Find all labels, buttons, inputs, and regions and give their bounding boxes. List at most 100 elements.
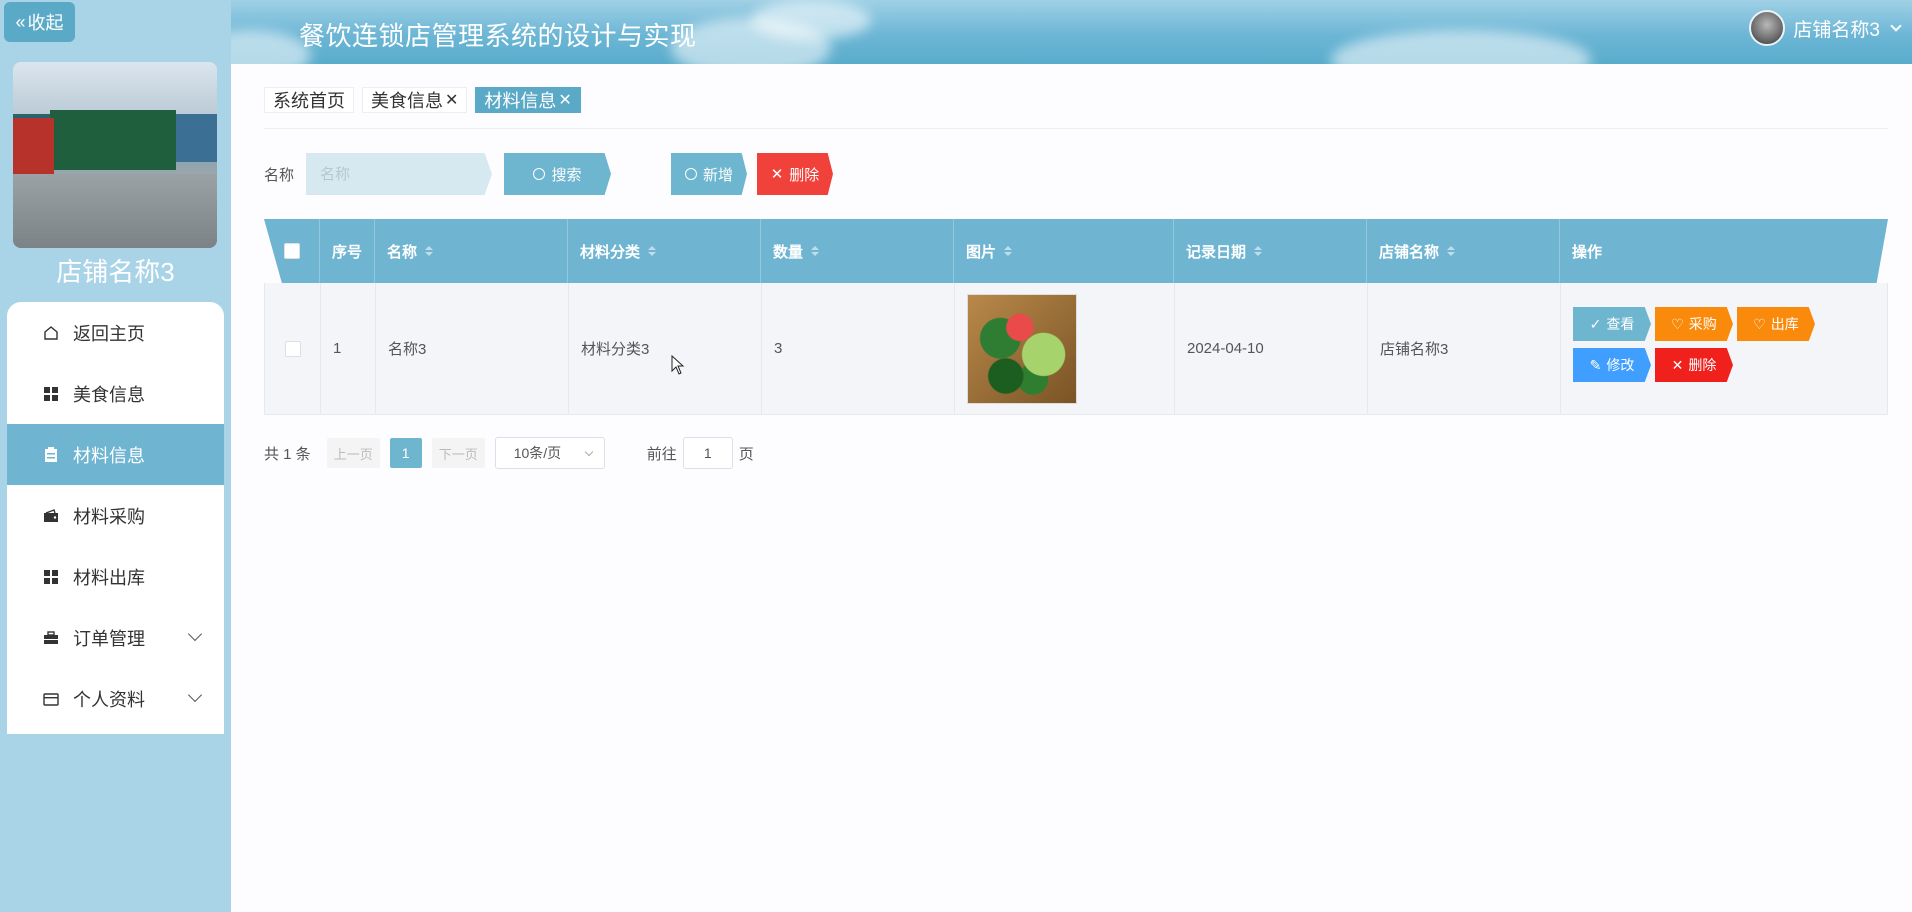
sidebar-item-profile[interactable]: 个人资料	[7, 668, 224, 729]
home-icon	[43, 325, 59, 341]
materials-table: 序号 名称 材料分类 数量 图片 记录日期 店铺名称 操作 1 名称3 材料分类…	[264, 219, 1888, 415]
sidebar-item-label: 订单管理	[73, 628, 145, 649]
briefcase-icon	[43, 630, 59, 646]
grid-icon	[43, 569, 59, 585]
sort-icon[interactable]	[648, 246, 657, 256]
tab-materials[interactable]: 材料信息 ✕	[475, 87, 581, 113]
batch-delete-button[interactable]: ✕ 删除	[757, 153, 833, 195]
check-circle-icon	[533, 168, 546, 180]
search-button-label: 搜索	[551, 166, 582, 184]
table-header: 序号 名称 材料分类 数量 图片 记录日期 店铺名称 操作	[264, 219, 1888, 283]
search-input[interactable]	[306, 153, 492, 195]
column-header-name[interactable]: 名称	[375, 219, 568, 283]
cursor-icon	[671, 355, 685, 375]
heart-icon: ♡	[1671, 315, 1684, 332]
cell-actions: ✓ 查看 ♡ 采购 ♡ 出库 ✎ 修改 ✕ 删除	[1561, 283, 1889, 414]
tab-bar: 系统首页 美食信息 ✕ 材料信息 ✕	[264, 87, 581, 113]
sort-icon[interactable]	[1004, 246, 1013, 256]
heart-icon: ♡	[1753, 315, 1766, 332]
sidebar-item-orders[interactable]: 订单管理	[7, 607, 224, 668]
page-number[interactable]: 1	[389, 438, 422, 468]
tab-label: 系统首页	[273, 91, 345, 111]
prev-page-button[interactable]: 上一页	[326, 438, 380, 468]
side-menu: 返回主页 美食信息 材料信息 材料采购 材料出库 订单管理 个人资料	[7, 302, 224, 734]
purchase-button[interactable]: ♡ 采购	[1655, 307, 1733, 341]
sidebar-item-home[interactable]: 返回主页	[7, 302, 224, 363]
tab-label: 材料信息	[484, 91, 557, 111]
avatar	[1749, 10, 1786, 46]
sort-icon[interactable]	[811, 246, 820, 256]
outbound-button[interactable]: ♡ 出库	[1737, 307, 1815, 341]
cell-index: 1	[321, 283, 376, 414]
shop-photo	[13, 62, 217, 248]
select-all-checkbox[interactable]	[283, 243, 300, 259]
sidebar-item-food[interactable]: 美食信息	[7, 363, 224, 424]
sidebar: « 收起 店铺名称3 返回主页 美食信息 材料信息 材料采购 材料出库 订单管理…	[0, 0, 231, 912]
check-circle-icon	[684, 168, 697, 180]
cell-shop: 店铺名称3	[1368, 283, 1561, 414]
row-checkbox[interactable]	[284, 340, 301, 357]
close-icon[interactable]: ✕	[445, 90, 458, 110]
goto-prefix: 前往	[646, 445, 677, 463]
user-menu[interactable]: 店铺名称3	[1749, 10, 1912, 46]
sidebar-item-label: 材料出库	[73, 567, 145, 588]
chevron-down-icon	[1890, 20, 1902, 32]
cell-quantity: 3	[762, 283, 955, 414]
tab-home[interactable]: 系统首页	[264, 87, 354, 113]
select-all-cell	[264, 219, 320, 283]
column-header-image[interactable]: 图片	[954, 219, 1174, 283]
sidebar-item-label: 个人资料	[73, 689, 145, 710]
check-icon: ✓	[1589, 315, 1602, 332]
edit-icon: ✎	[1589, 356, 1602, 373]
cell-date: 2024-04-10	[1175, 283, 1368, 414]
sidebar-item-label: 美食信息	[73, 384, 145, 405]
delete-button[interactable]: ✕ 删除	[1655, 348, 1733, 382]
add-button[interactable]: 新增	[671, 153, 747, 195]
add-button-label: 新增	[702, 166, 733, 184]
column-header-date[interactable]: 记录日期	[1174, 219, 1367, 283]
column-header-shop[interactable]: 店铺名称	[1367, 219, 1560, 283]
chevron-down-icon	[187, 687, 203, 703]
sort-icon[interactable]	[425, 246, 434, 256]
sidebar-item-purchase[interactable]: 材料采购	[7, 485, 224, 546]
close-icon: ✕	[1671, 356, 1684, 373]
row-select-cell	[265, 283, 321, 414]
cell-category: 材料分类3	[569, 283, 762, 414]
collapse-button[interactable]: « 收起	[4, 2, 75, 42]
sidebar-item-label: 材料信息	[73, 445, 145, 466]
collapse-label: 收起	[27, 13, 64, 33]
top-header: 餐饮连锁店管理系统的设计与实现 店铺名称3	[231, 0, 1912, 64]
search-label: 名称	[264, 167, 295, 184]
goto-page-input[interactable]	[682, 437, 733, 469]
total-count: 共 1 条	[264, 445, 311, 463]
cell-image	[955, 283, 1175, 414]
search-button[interactable]: 搜索	[504, 153, 611, 195]
double-chevron-left-icon: «	[15, 11, 26, 32]
app-title: 餐饮连锁店管理系统的设计与实现	[299, 21, 697, 51]
tab-label: 美食信息	[371, 91, 443, 111]
sort-icon[interactable]	[1447, 246, 1456, 256]
sidebar-item-outbound[interactable]: 材料出库	[7, 546, 224, 607]
page-size-select[interactable]: 10条/页	[494, 437, 605, 469]
delete-button-label: 删除	[789, 166, 820, 184]
vegetables-image[interactable]	[967, 293, 1077, 404]
next-page-button[interactable]: 下一页	[431, 438, 485, 468]
column-header-category[interactable]: 材料分类	[568, 219, 761, 283]
tab-food[interactable]: 美食信息 ✕	[362, 87, 468, 113]
pagination: 共 1 条 上一页 1 下一页 10条/页 前往 页	[264, 437, 754, 469]
column-header-quantity[interactable]: 数量	[761, 219, 954, 283]
user-name: 店铺名称3	[1793, 19, 1880, 41]
goto-suffix: 页	[738, 445, 754, 463]
cell-name: 名称3	[376, 283, 569, 414]
card-icon	[43, 691, 59, 707]
chevron-down-icon	[584, 447, 593, 457]
view-button[interactable]: ✓ 查看	[1573, 307, 1651, 341]
sidebar-item-materials[interactable]: 材料信息	[7, 424, 224, 485]
sort-icon[interactable]	[1254, 246, 1263, 256]
close-icon: ✕	[770, 166, 784, 183]
edit-button[interactable]: ✎ 修改	[1573, 348, 1651, 382]
shop-name: 店铺名称3	[56, 257, 175, 287]
close-icon[interactable]: ✕	[558, 90, 571, 110]
column-header-actions: 操作	[1572, 243, 1603, 261]
divider	[264, 128, 1888, 129]
